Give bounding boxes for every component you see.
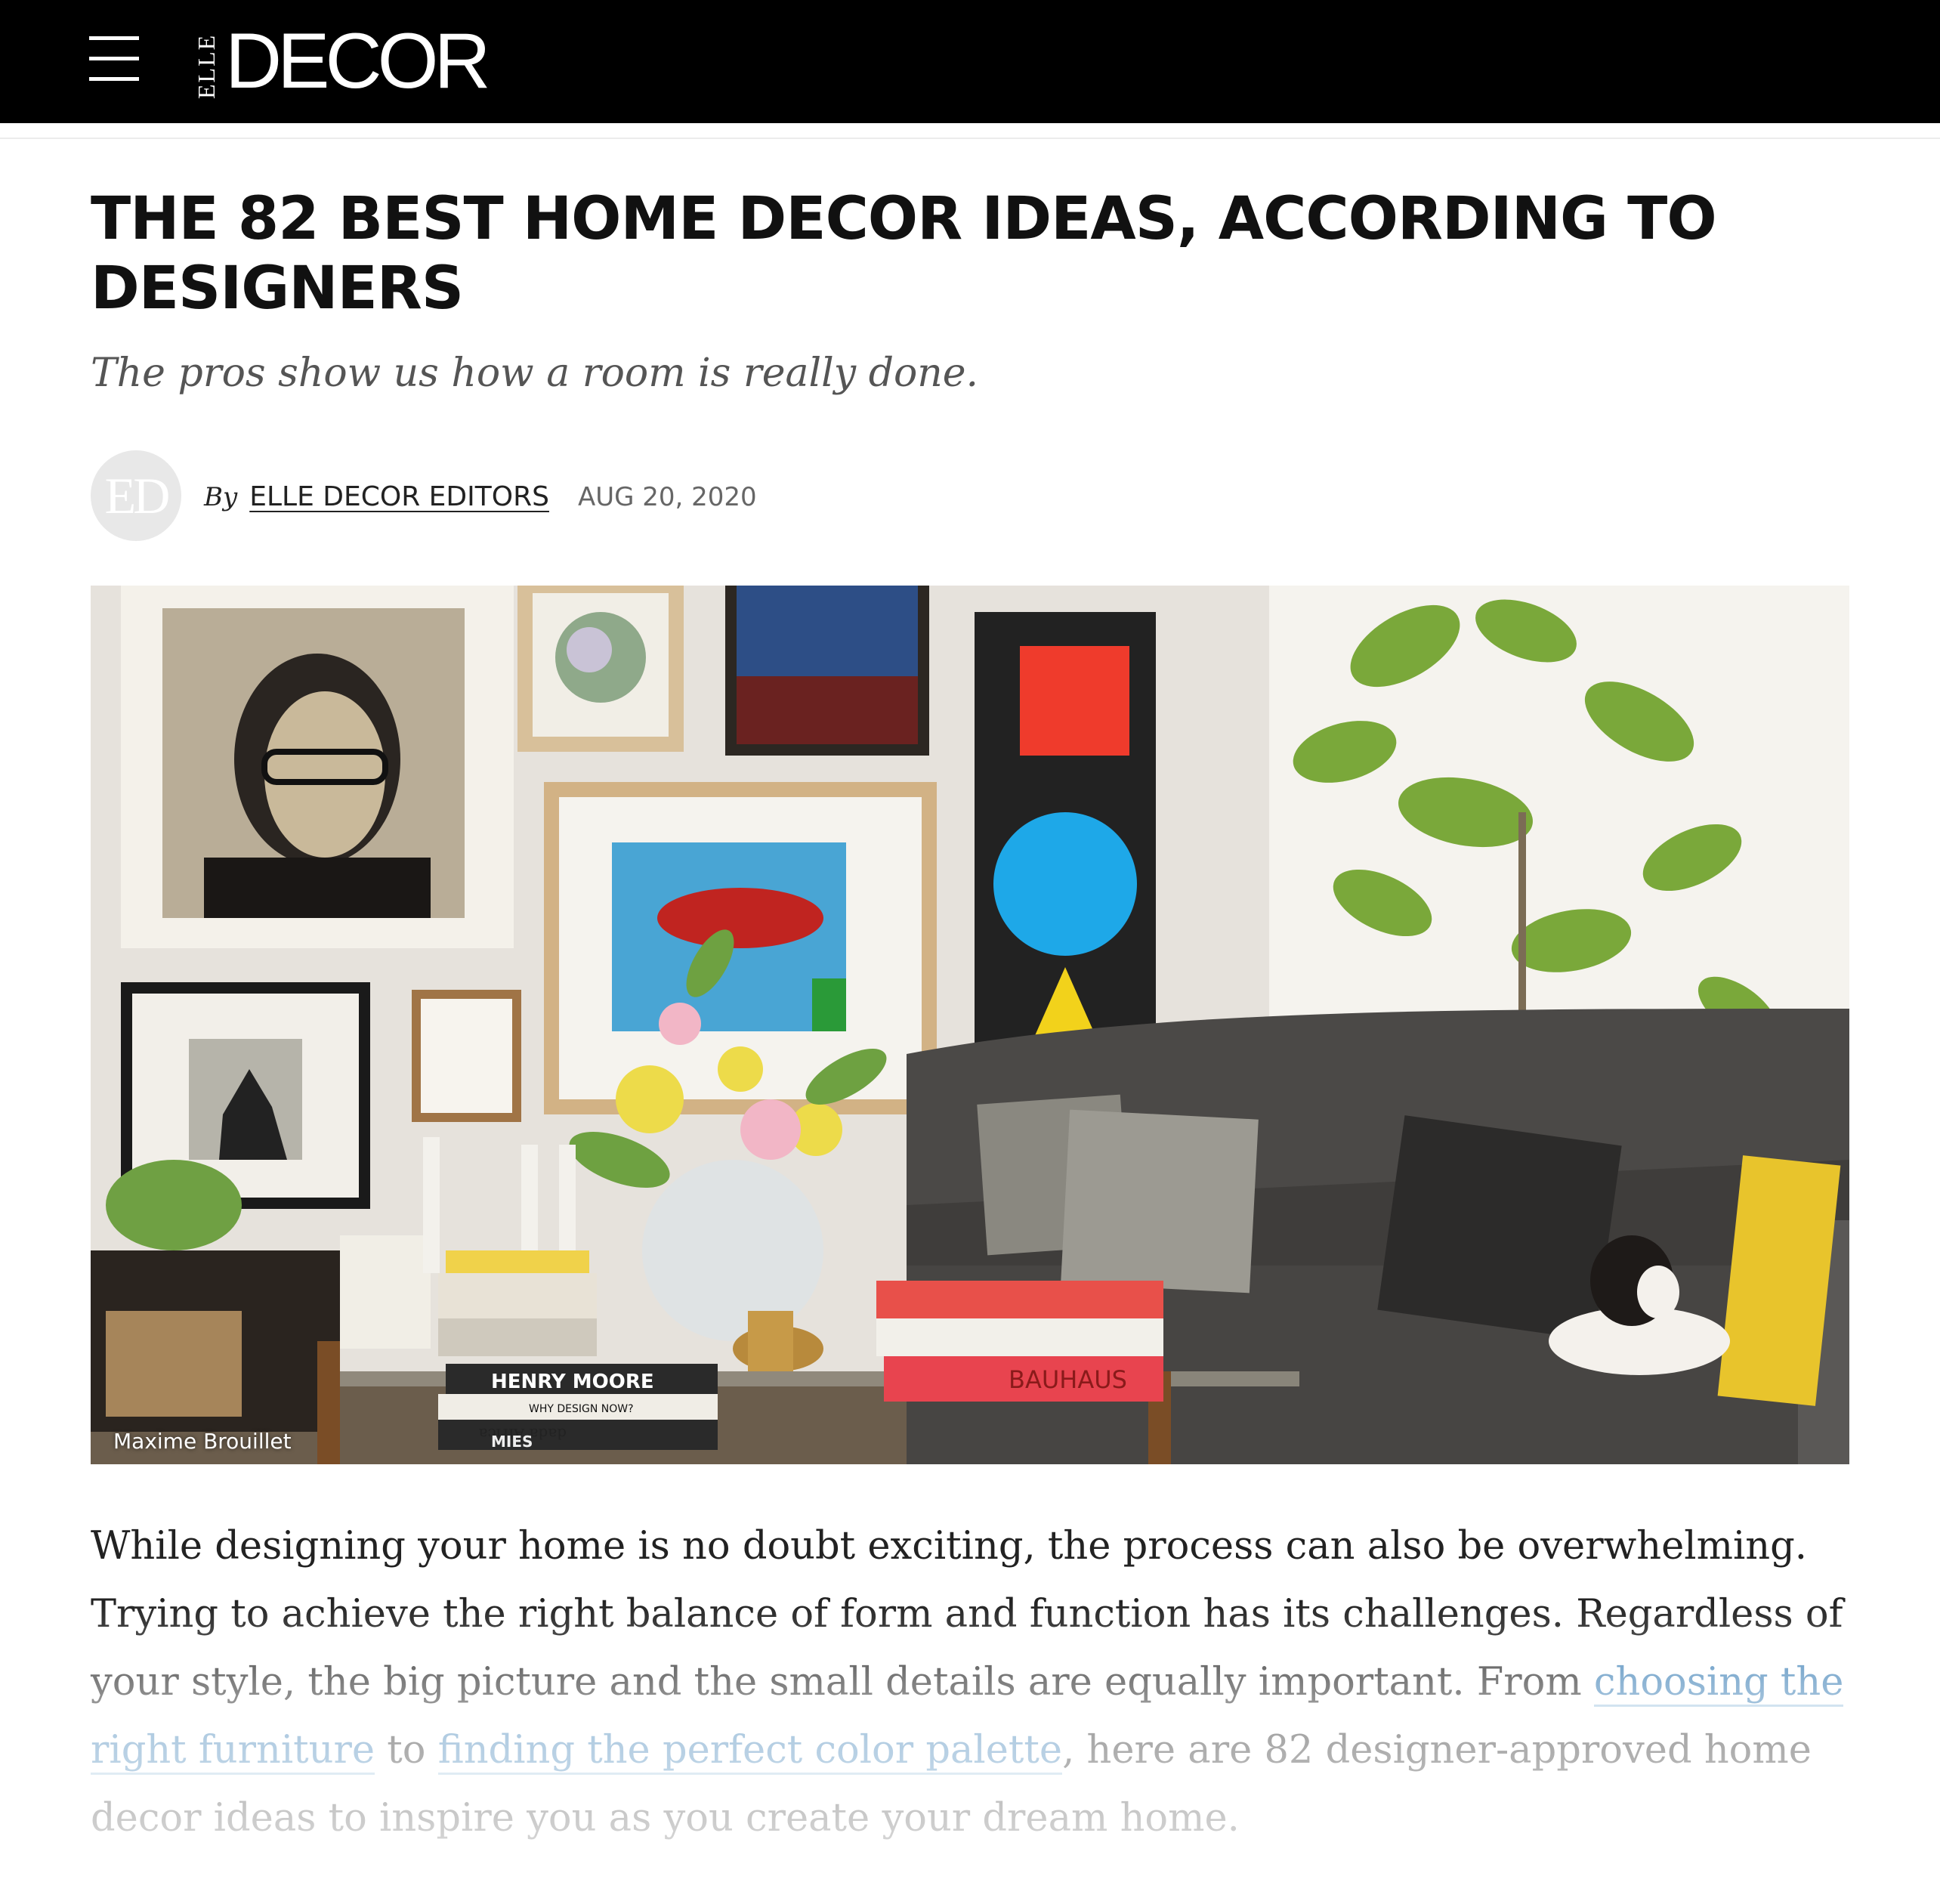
- byline: By ELLE DECOR EDITORS AUG 20, 2020: [204, 476, 757, 517]
- book-label-why-design: WHY DESIGN NOW?: [529, 1403, 634, 1415]
- body-text-part-2: to: [375, 1728, 438, 1773]
- image-credit: Maxime Brouillet: [113, 1429, 292, 1454]
- article-body: While designing your home is no doubt ex…: [91, 1513, 1858, 1853]
- body-text-part-1: While designing your home is no doubt ex…: [91, 1524, 1843, 1705]
- logo-elle-text: ELLE: [193, 33, 220, 100]
- hamburger-menu-icon[interactable]: [89, 36, 139, 82]
- hero-image: HENRY MOORE WHY DESIGN NOW? dada Africa …: [91, 586, 1849, 1464]
- article-headline: THE 82 BEST HOME DECOR IDEAS, ACCORDING …: [91, 185, 1717, 323]
- book-label-moore: HENRY MOORE: [491, 1371, 654, 1393]
- header-divider: [0, 138, 1940, 139]
- publish-date: AUG 20, 2020: [577, 482, 757, 512]
- author-link[interactable]: ELLE DECOR EDITORS: [249, 481, 549, 512]
- book-label-bauhaus: BAUHAUS: [1009, 1365, 1127, 1394]
- byline-prefix: By: [204, 482, 238, 512]
- author-avatar[interactable]: ED: [91, 450, 181, 541]
- article-dek: The pros show us how a room is really do…: [91, 351, 979, 396]
- site-header: ELLE DECOR: [0, 0, 1940, 123]
- living-room-photo: HENRY MOORE WHY DESIGN NOW? dada Africa …: [91, 586, 1849, 1464]
- link-color-palette[interactable]: finding the perfect color palette: [437, 1728, 1063, 1775]
- logo-decor-text: DECOR: [225, 17, 491, 105]
- book-label-mies: MIES: [491, 1433, 533, 1451]
- elle-decor-logo[interactable]: ELLE DECOR: [193, 20, 491, 103]
